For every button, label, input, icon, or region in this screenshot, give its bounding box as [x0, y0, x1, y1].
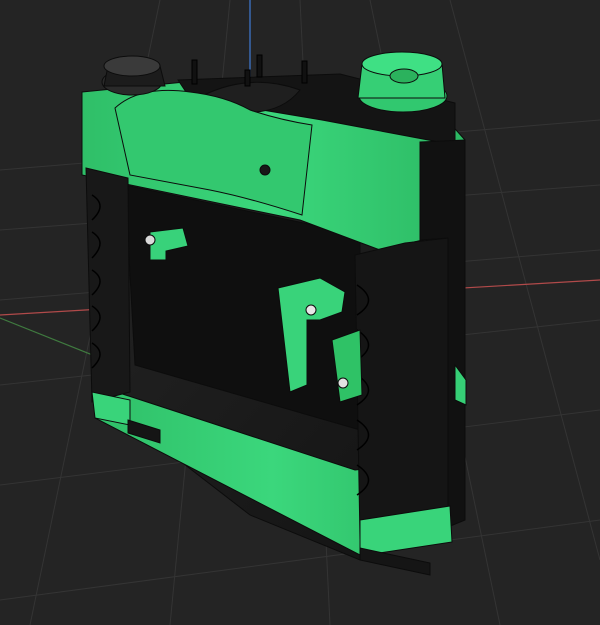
- right-grip[interactable]: [354, 237, 453, 541]
- center-clip-screw: [305, 304, 317, 316]
- left-knob[interactable]: [101, 55, 166, 96]
- tripod-screw-hole: [259, 164, 271, 176]
- right-knob[interactable]: [357, 51, 448, 113]
- scene-canvas[interactable]: [0, 0, 600, 625]
- right-clip-screw: [337, 377, 349, 389]
- camera-grip-model[interactable]: [81, 51, 467, 576]
- left-clip-screw: [144, 234, 156, 246]
- 3d-viewport[interactable]: [0, 0, 600, 625]
